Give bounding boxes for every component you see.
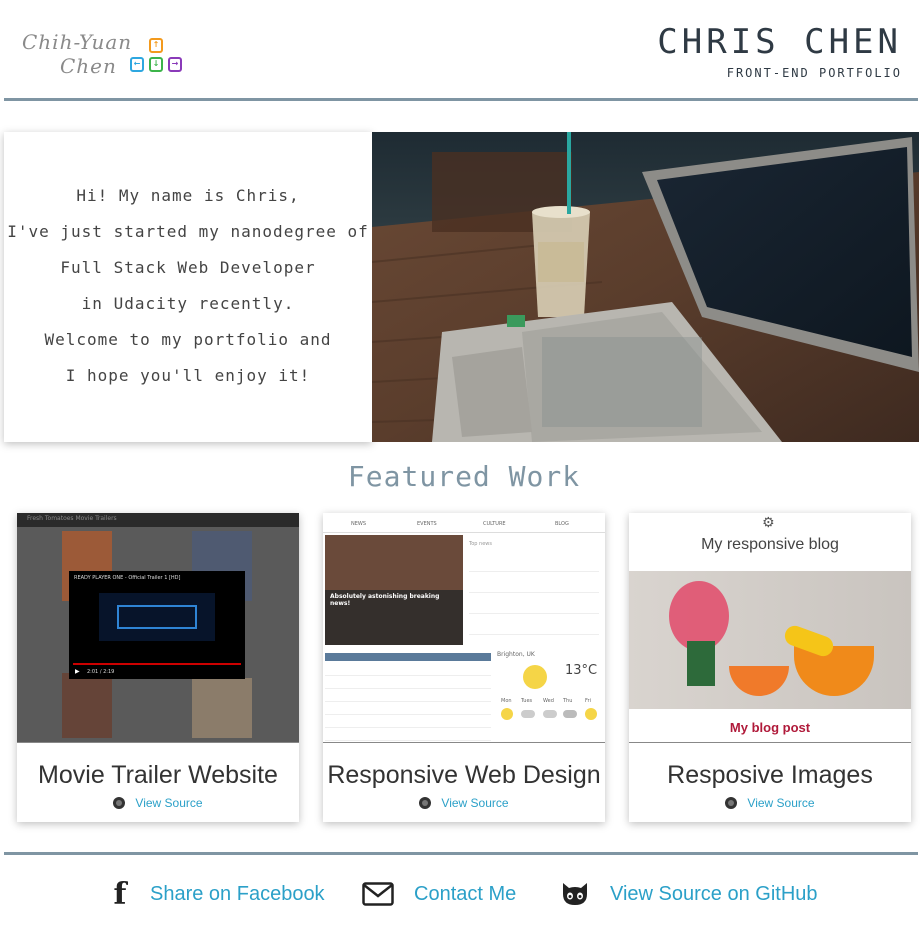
weather-temperature: 13°C [565,663,598,678]
movie-poster [192,678,252,738]
project-card-responsive-web-design[interactable]: NEWS EVENTS CULTURE BLOG Absolutely asto… [323,513,605,822]
video-logo-graphic [117,605,197,629]
view-source-link[interactable]: View Source [17,796,299,810]
blog-photo [629,571,911,709]
header-divider [4,98,918,101]
footer-divider [4,852,918,855]
intro-line: Full Stack Web Developer [60,258,316,277]
forecast-day: Thu [563,698,573,704]
project-title: Responsive Web Design [327,761,601,789]
forecast-day: Wed [543,698,554,704]
thumbnail-nav: NEWS EVENTS CULTURE BLOG [323,513,605,533]
intro-line: I hope you'll enjoy it! [65,366,311,385]
project-card-responsive-images[interactable]: ⚙ My responsive blog My blog post Respos… [629,513,911,822]
responsive-images-thumbnail[interactable]: ⚙ My responsive blog My blog post [629,513,911,743]
project-card-movie-trailer[interactable]: Fresh Tomatoes Movie Trailers READY PLAY… [17,513,299,822]
share-facebook-link[interactable]: f Share on Facebook [110,876,325,912]
arrow-left-key-icon: ← [130,57,144,72]
logo-first-name: Chih-Yuan [22,30,133,54]
video-title: READY PLAYER ONE - Official Trailer 1 [H… [74,575,181,581]
arrow-up-key-icon: ↑ [149,38,163,53]
news-hero-image: Absolutely astonishing breaking news! [325,535,463,645]
intro-box: Hi! My name is Chris, I've just started … [4,132,372,442]
sun-icon [501,708,513,720]
view-source-link[interactable]: View Source [323,796,605,810]
rain-icon [563,710,577,718]
site-title: CHRIS CHEN [657,22,902,62]
github-icon [419,797,432,809]
video-frame [99,593,215,641]
view-source-label: View Source [441,796,509,810]
blog-post-title: My blog post [729,720,811,735]
nav-item: BLOG [555,521,569,527]
github-icon [113,797,126,809]
view-source-github-link[interactable]: View Source on GitHub [560,878,818,910]
intro-line: Welcome to my portfolio and [44,330,332,349]
gear-icon: ⚙ [762,515,775,531]
fruit-bowl [794,646,874,696]
share-facebook-label: Share on Facebook [150,882,325,905]
cloud-icon [521,710,535,718]
vase [687,641,715,686]
arrow-right-key-icon: → [168,57,182,72]
sun-icon [523,665,547,689]
project-title: Resposive Images [667,761,873,789]
blog-title: My responsive blog [701,536,839,553]
intro-line: Hi! My name is Chris, [76,186,300,205]
nav-item: CULTURE [483,521,506,527]
data-table [325,663,491,741]
site-subtitle: FRONT-END PORTFOLIO [726,66,902,80]
logo-last-name: Chen [60,54,117,78]
facebook-icon: f [113,876,127,912]
github-cat-icon [563,883,587,905]
weather-location: Brighton, UK [497,651,535,658]
sun-icon [585,708,597,720]
fruit-bowl [729,666,789,696]
intro-line: in Udacity recently. [81,294,295,313]
video-progress-bar[interactable] [73,663,241,665]
site-header: Chih-Yuan Chen ↑ ← ↓ → CHRIS CHEN FRONT-… [0,0,920,102]
project-title: Movie Trailer Website [38,761,278,789]
intro-line: I've just started my nanodegree of [7,222,369,241]
top-news-label: Top news [469,541,492,547]
video-time: 2:01 / 2:19 [87,669,115,675]
featured-work-heading: Featured Work [347,460,581,493]
news-headline: Absolutely astonishing breaking news! [330,593,440,607]
table-header [325,653,491,661]
view-source-github-label: View Source on GitHub [610,882,818,905]
envelope-icon [362,882,394,906]
forecast-day: Mon [501,698,512,704]
thumbnail-nav-text: Fresh Tomatoes Movie Trailers [27,515,117,522]
contact-me-link[interactable]: Contact Me [362,878,516,910]
nav-item: EVENTS [417,521,437,527]
arrow-down-key-icon: ↓ [149,57,163,72]
cloud-icon [543,710,557,718]
thumbnail-navbar: Fresh Tomatoes Movie Trailers [17,513,299,527]
hero-laptop-photo [372,132,919,442]
movie-trailer-thumbnail[interactable]: Fresh Tomatoes Movie Trailers READY PLAY… [17,513,299,743]
top-news-list [469,551,599,641]
contact-me-label: Contact Me [414,882,517,905]
view-source-label: View Source [747,796,815,810]
site-logo[interactable]: Chih-Yuan Chen ↑ ← ↓ → [20,30,190,80]
play-icon[interactable]: ▶ [75,668,80,675]
github-icon [725,797,738,809]
responsive-web-design-thumbnail[interactable]: NEWS EVENTS CULTURE BLOG Absolutely asto… [323,513,605,743]
movie-poster [62,673,112,738]
nav-item: NEWS [351,521,367,527]
forecast-day: Tues [521,698,533,704]
video-player[interactable]: READY PLAYER ONE - Official Trailer 1 [H… [69,571,245,679]
view-source-label: View Source [135,796,203,810]
view-source-link[interactable]: View Source [629,796,911,810]
forecast-day: Fri [585,698,591,704]
